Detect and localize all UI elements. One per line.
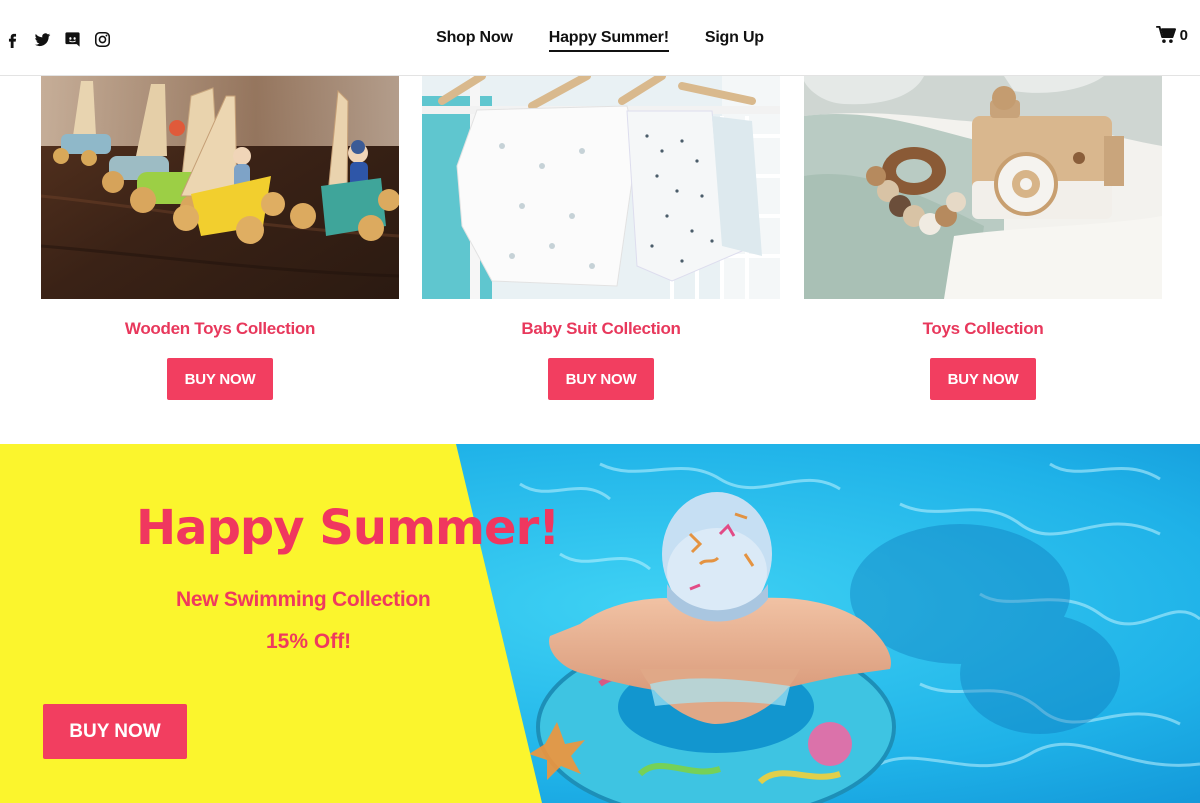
banner-offer: 15% Off!	[266, 630, 352, 653]
twitter-icon[interactable]	[32, 29, 52, 49]
facebook-icon[interactable]	[2, 29, 22, 49]
nav-happy-summer[interactable]: Happy Summer!	[548, 29, 669, 52]
nav-sign-up[interactable]: Sign Up	[705, 29, 764, 52]
product-card-baby-suit: Baby Suit Collection BUY NOW	[422, 76, 780, 400]
buy-now-button[interactable]: BUY NOW	[548, 358, 654, 400]
product-title: Baby Suit Collection	[521, 319, 681, 338]
banner-buy-now-button[interactable]: BUY NOW	[43, 704, 187, 759]
buy-now-button[interactable]: BUY NOW	[167, 358, 273, 400]
product-card-toys: Toys Collection BUY NOW	[804, 76, 1162, 400]
product-collections: Wooden Toys Collection BUY NOW Baby Suit…	[0, 76, 1200, 444]
cart-icon	[1155, 26, 1176, 43]
wooden-boat-toys-photo[interactable]	[41, 76, 399, 299]
banner-title: Happy Summer!	[136, 500, 560, 556]
cart-count: 0	[1179, 26, 1188, 44]
banner-subtitle: New Swimming Collection	[176, 588, 431, 611]
discord-icon[interactable]	[62, 29, 82, 49]
product-title: Wooden Toys Collection	[124, 319, 316, 338]
product-card-wooden-toys: Wooden Toys Collection BUY NOW	[41, 76, 399, 400]
instagram-icon[interactable]	[92, 29, 112, 49]
buy-now-button[interactable]: BUY NOW	[930, 358, 1036, 400]
wooden-camera-and-teether-photo[interactable]	[804, 76, 1162, 299]
main-nav: Shop Now Happy Summer! Sign Up	[0, 29, 1200, 52]
cart-button[interactable]: 0	[1155, 26, 1188, 44]
baby-suits-on-hangers-photo[interactable]	[422, 76, 780, 299]
social-links	[2, 29, 122, 49]
summer-banner: Happy Summer! New Swimming Collection 15…	[0, 444, 1200, 803]
product-title: Toys Collection	[922, 319, 1044, 338]
site-header: Shop Now Happy Summer! Sign Up 0	[0, 0, 1200, 76]
nav-shop-now[interactable]: Shop Now	[436, 29, 513, 52]
